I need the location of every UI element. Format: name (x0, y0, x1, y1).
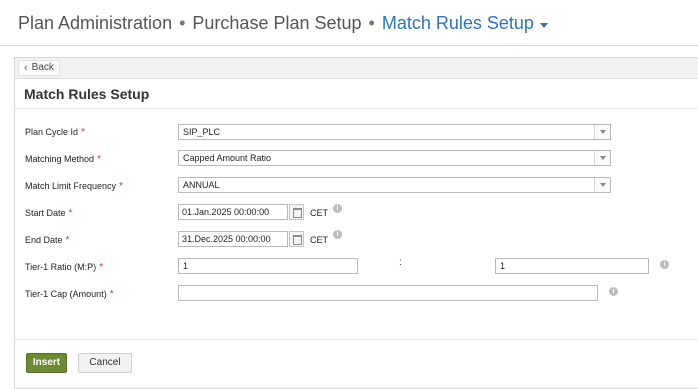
calendar-icon[interactable] (289, 231, 304, 247)
plan-cycle-id-value: SIP_PLC (183, 127, 221, 137)
required-marker: * (119, 181, 123, 192)
cancel-button[interactable]: Cancel (78, 353, 132, 373)
chevron-left-icon: ‹ (24, 62, 28, 74)
matching-method-label: Matching Method * (25, 154, 101, 165)
match-limit-frequency-value: ANNUAL (183, 180, 220, 190)
breadcrumb-item-plan-administration[interactable]: Plan Administration (18, 13, 172, 34)
plan-cycle-id-label: Plan Cycle Id * (25, 127, 85, 138)
end-date-label: End Date * (25, 235, 69, 246)
required-marker: * (109, 289, 114, 300)
breadcrumb-item-purchase-plan-setup[interactable]: Purchase Plan Setup (192, 13, 361, 34)
end-date-input[interactable]: 31.Dec.2025 00:00:00 (178, 231, 288, 247)
matching-method-value: Capped Amount Ratio (183, 153, 272, 163)
footer-divider (15, 339, 698, 340)
insert-button[interactable]: Insert (26, 353, 67, 373)
calendar-icon[interactable] (289, 204, 304, 220)
dropdown-arrow-icon[interactable] (594, 178, 610, 192)
tier1-cap-input[interactable] (178, 285, 598, 301)
back-label: Back (31, 62, 54, 73)
plan-cycle-id-select[interactable]: SIP_PLC (178, 124, 611, 140)
matching-method-select[interactable]: Capped Amount Ratio (178, 150, 611, 166)
label-text: End Date (25, 235, 63, 245)
caret-down-icon[interactable] (539, 22, 548, 28)
tier1-ratio-match-input[interactable]: 1 (178, 258, 358, 274)
back-button[interactable]: ‹ Back (18, 60, 60, 76)
info-icon[interactable]: i (609, 287, 618, 296)
match-limit-frequency-select[interactable]: ANNUAL (178, 177, 611, 193)
start-date-input[interactable]: 01.Jan.2025 00:00:00 (178, 204, 288, 220)
label-text: Match Limit Frequency (25, 181, 117, 191)
info-icon[interactable]: i (333, 204, 342, 213)
label-text: Plan Cycle Id (25, 127, 79, 137)
tier1-cap-label: Tier-1 Cap (Amount) * (25, 289, 114, 300)
toolbar: ‹ Back (15, 58, 698, 79)
match-rules-panel: ‹ Back Match Rules Setup Plan Cycle Id * … (14, 57, 698, 389)
required-marker: * (97, 154, 101, 165)
label-text: Tier-1 Ratio (M:P) (25, 262, 97, 272)
required-marker: * (65, 235, 70, 246)
start-date-timezone: CET (310, 208, 328, 218)
breadcrumb-current[interactable]: Match Rules Setup (382, 13, 534, 34)
end-date-timezone: CET (310, 235, 328, 245)
dropdown-arrow-icon[interactable] (594, 151, 610, 165)
breadcrumb-separator: • (179, 12, 186, 33)
tier1-ratio-purchase-input[interactable]: 1 (495, 258, 649, 274)
section-title: Match Rules Setup (24, 86, 150, 102)
tier1-ratio-label: Tier-1 Ratio (M:P) * (25, 262, 103, 273)
start-date-label: Start Date * (25, 208, 72, 219)
ratio-separator: : (399, 257, 402, 268)
required-marker: * (68, 208, 73, 219)
header-divider (0, 45, 698, 46)
label-text: Start Date (25, 208, 66, 218)
required-marker: * (99, 262, 104, 273)
breadcrumb: Plan Administration • Purchase Plan Setu… (18, 10, 548, 36)
section-divider (15, 108, 698, 109)
dropdown-arrow-icon[interactable] (594, 125, 610, 139)
breadcrumb-separator: • (368, 12, 375, 33)
info-icon[interactable]: i (660, 260, 669, 269)
info-icon[interactable]: i (333, 230, 342, 239)
label-text: Tier-1 Cap (Amount) (25, 289, 107, 299)
label-text: Matching Method (25, 154, 95, 164)
required-marker: * (81, 127, 85, 138)
match-limit-frequency-label: Match Limit Frequency * (25, 181, 123, 192)
